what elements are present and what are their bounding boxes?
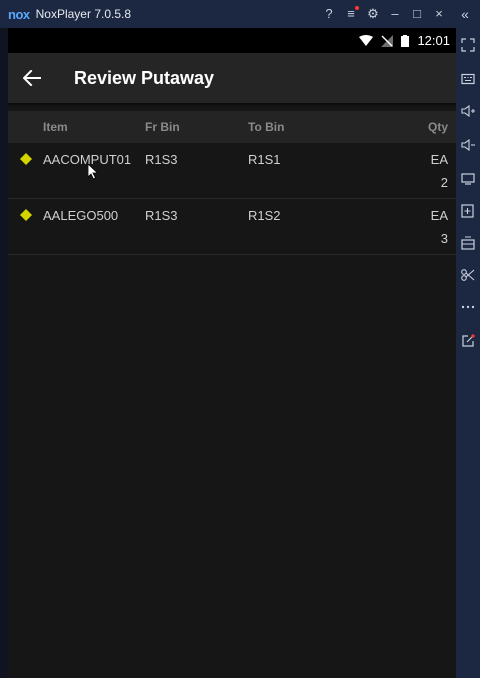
edit-button[interactable]	[456, 330, 480, 352]
row-qty: 3	[440, 231, 448, 246]
screen-button[interactable]	[456, 168, 480, 190]
fullscreen-button[interactable]	[456, 34, 480, 56]
status-bar: 12:01	[8, 28, 456, 53]
help-button[interactable]: ?	[318, 0, 340, 28]
column-header-from-bin: Fr Bin	[145, 120, 180, 134]
no-signal-icon	[381, 34, 394, 47]
keyboard-button[interactable]	[456, 68, 480, 90]
emulator-toolbar	[456, 28, 480, 678]
column-header-to-bin: To Bin	[248, 120, 285, 134]
window-controls: ? ≡ ⚙ – □ × «	[318, 0, 480, 28]
mouse-cursor-icon	[88, 164, 99, 180]
volume-down-button[interactable]	[456, 134, 480, 156]
diamond-status-icon	[20, 209, 32, 221]
window-titlebar: nox NoxPlayer 7.0.5.8 ? ≡ ⚙ – □ × «	[0, 0, 480, 28]
column-header-item: Item	[43, 120, 68, 134]
more-icon	[461, 305, 475, 309]
close-button[interactable]: ×	[428, 0, 450, 28]
screen-icon	[461, 173, 475, 185]
toolbox-button[interactable]	[456, 232, 480, 254]
column-header-qty: Qty	[427, 120, 448, 134]
settings-button[interactable]: ⚙	[362, 0, 384, 28]
row-to-bin: R1S1	[248, 152, 281, 167]
back-button[interactable]	[10, 53, 54, 103]
add-apk-icon	[461, 204, 474, 218]
row-item: AALEGO500	[43, 208, 119, 223]
notification-dot	[355, 6, 359, 10]
row-to-bin: R1S2	[248, 208, 281, 223]
table-row[interactable]: AALEGO500 R1S3 R1S2 EA 3	[8, 199, 456, 255]
diamond-status-icon	[20, 153, 32, 165]
maximize-button[interactable]: □	[406, 0, 428, 28]
keyboard-icon	[461, 73, 475, 85]
minimize-button[interactable]: –	[384, 0, 406, 28]
scissors-button[interactable]	[456, 264, 480, 286]
status-time: 12:01	[417, 33, 450, 48]
row-from-bin: R1S3	[145, 208, 178, 223]
battery-icon	[401, 34, 410, 47]
add-apk-button[interactable]	[456, 200, 480, 222]
volume-up-icon	[461, 105, 475, 117]
row-uom: EA	[430, 208, 448, 223]
menu-button[interactable]: ≡	[340, 0, 362, 28]
nox-logo: nox	[8, 6, 30, 22]
toolbox-icon	[461, 236, 475, 250]
table-header: Item Fr Bin To Bin Qty	[8, 111, 456, 143]
volume-down-icon	[461, 139, 475, 151]
putaway-list: AACOMPUT01 R1S3 R1S1 EA 2 AALEGO500 R1S3…	[8, 143, 456, 255]
emulator-window: nox NoxPlayer 7.0.5.8 ? ≡ ⚙ – □ × « 12:0…	[0, 0, 480, 678]
row-uom: EA	[430, 152, 448, 167]
row-from-bin: R1S3	[145, 152, 178, 167]
row-qty: 2	[440, 175, 448, 190]
volume-up-button[interactable]	[456, 100, 480, 122]
arrow-left-icon	[23, 70, 41, 86]
more-button[interactable]	[456, 296, 480, 318]
collapse-sidebar-button[interactable]: «	[450, 0, 480, 28]
window-title: NoxPlayer 7.0.5.8	[35, 7, 132, 21]
app-bar: Review Putaway	[8, 53, 456, 103]
edit-icon	[462, 334, 475, 347]
android-screen: 12:01 Review Putaway Item Fr Bin To Bin …	[8, 28, 456, 678]
page-title: Review Putaway	[74, 67, 215, 88]
wifi-icon	[359, 35, 374, 46]
table-row[interactable]: AACOMPUT01 R1S3 R1S1 EA 2	[8, 143, 456, 199]
menu-icon: ≡	[347, 6, 355, 21]
scissors-icon	[461, 269, 475, 281]
fullscreen-icon	[461, 38, 475, 52]
